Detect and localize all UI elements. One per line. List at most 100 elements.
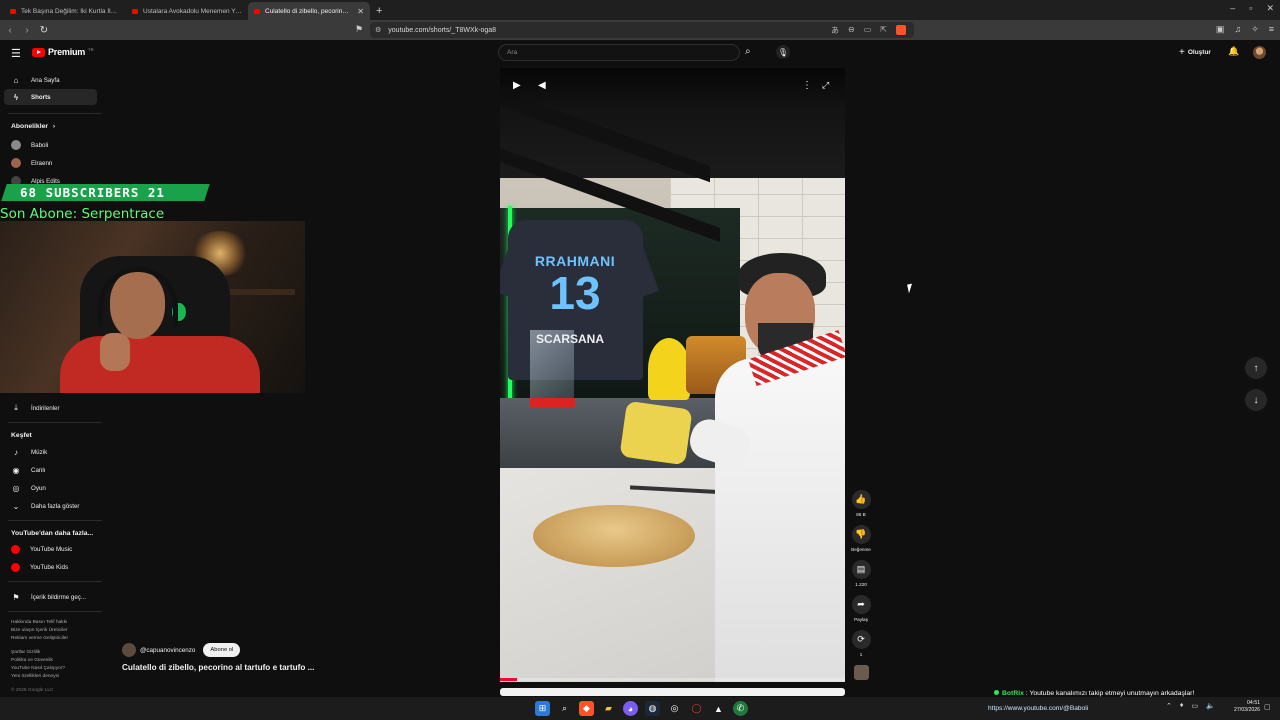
remix-button[interactable]: ⟳ 1 [850,630,872,657]
search-input[interactable]: Ara [498,44,740,61]
next-short-button[interactable]: ↓ [1245,389,1267,411]
browser-menu-icon[interactable]: ≡ [1269,24,1274,35]
more-from-youtube-heading: YouTube'dan daha fazla... [11,530,94,537]
address-bar[interactable]: ⚙ youtube.com/shorts/_T8WXk-oga8 あ ⊖ ▭ ⇱ [370,22,914,38]
tray-app-icon[interactable]: ♦ [1180,702,1184,710]
thumbs-down-icon: 👎 [851,525,871,544]
copyright: © 2026 Google LLC [11,688,54,693]
sidebar-item-shorts[interactable]: ϟ Shorts [4,89,97,105]
zoom-icon[interactable]: ⊖ [848,25,855,36]
close-window-icon[interactable]: ✕ [1266,3,1274,14]
app-icon[interactable]: ▲ [711,701,726,716]
mic-icon[interactable]: 🎙 [776,45,790,59]
sidebar-item-home[interactable]: ⌂ Ana Sayfa [4,72,97,88]
channel-handle[interactable]: @capuanovincenzo [140,647,195,654]
volume-icon[interactable]: ◀ [538,80,546,91]
restore-icon[interactable]: ▫ [1249,3,1252,14]
close-tab-icon[interactable]: ✕ [357,7,364,16]
remix-count: 1 [859,652,863,657]
bookmark-icon[interactable]: ⚑ [355,24,363,35]
share-icon[interactable]: ⇱ [880,25,887,36]
chevron-down-icon: ⌄ [12,501,20,511]
create-button[interactable]: + Oluştur [1179,47,1211,58]
footer-line[interactable]: Şartlar Gizlilik [11,649,105,657]
video-progress-bar[interactable] [500,678,845,681]
translate-icon[interactable]: あ [831,25,839,36]
brave-browser-icon[interactable]: ◆ [579,701,594,716]
video-red-object [530,398,575,408]
footer-line[interactable]: Reklam verme Geliştiriciler [11,635,105,643]
sidebar-channel-item[interactable]: Baboli [4,137,97,153]
dislike-button[interactable]: 👎 Beğenme [850,525,872,552]
brave-shield-icon[interactable] [896,25,906,35]
browser-tab-active[interactable]: Culatello di zibello, pecorino al t... ✕ [248,2,370,20]
volume-tray-icon[interactable]: 🔈 [1206,702,1215,710]
forward-icon[interactable]: › [20,25,34,36]
notifications-bell-icon[interactable]: 🔔 [1228,46,1239,57]
footer-line[interactable]: YouTube Nasıl Çalışıyor? [11,665,105,673]
sidebar-item-label: Canlı [31,466,46,474]
chat-url[interactable]: https://www.youtube.com/@Baboli [988,705,1088,712]
footer-line[interactable]: Yeni özellikleri deneyin [11,673,105,681]
opera-gx-icon[interactable]: ◯ [689,701,704,716]
channel-avatar[interactable] [122,643,136,657]
whatsapp-icon[interactable]: ✆ [733,701,748,716]
steam-icon[interactable]: ◍ [645,701,660,716]
sidebar-item-youtube-kids[interactable]: YouTube Kids [4,559,97,575]
cast-icon[interactable]: ▭ [864,25,872,36]
divider [8,422,102,423]
show-more-button[interactable]: ⌄ Daha fazla göster [4,498,97,514]
fullscreen-icon[interactable]: ⤢ [822,80,829,91]
file-explorer-icon[interactable]: ▰ [601,701,616,716]
sidebar-item-live[interactable]: ◉ Canlı [4,462,97,478]
like-button[interactable]: 👍 86 B [850,490,872,517]
footer-line[interactable]: Politika ve Güvenlik [11,657,105,665]
tray-chevron-icon[interactable]: ⌃ [1166,702,1172,710]
sidebar-item-gaming[interactable]: ◎ Oyun [4,480,97,496]
video-top-gradient [500,68,845,108]
minimize-icon[interactable]: – [1230,3,1235,14]
reload-icon[interactable]: ↻ [37,25,51,36]
media-icon[interactable]: ♫ [1234,24,1241,35]
account-avatar[interactable] [1253,46,1266,59]
browser-tab[interactable]: Ustalara Avokadolu Menemen Yaptık... [126,2,248,20]
subscribers-banner-text: 68 SUBSCRIBERS 21 [20,185,165,200]
sound-source-button[interactable] [850,665,872,680]
sidebar-item-label: Oyun [31,484,46,492]
footer-line[interactable]: Bize ulaşın İçerik Üreticiler [11,627,105,635]
shorts-video-player[interactable]: RRAHMANI 13 SCARSANA ▶ ◀ ⋮ ⤢ [500,68,845,682]
sidebar-item-report-history[interactable]: ⚑ İçerik bildirme geç... [4,589,97,605]
sidebar-item-downloads[interactable]: ⤓ İndirilenler [4,400,97,416]
youtube-premium-logo[interactable]: Premium TR [32,47,93,57]
more-vertical-icon[interactable]: ⋮ [802,80,812,91]
back-icon[interactable]: ‹ [3,25,17,36]
subscriptions-heading[interactable]: Abonelikler › [11,123,55,130]
sidebar-channel-item[interactable]: Elraenn [4,155,97,171]
footer-line[interactable]: Hakkında Basın Telif hakkı [11,619,105,627]
short-title[interactable]: Culatello di zibello, pecorino al tartuf… [122,663,314,672]
youtube-logo-icon [32,47,45,57]
discord-icon[interactable]: ◕ [623,701,638,716]
extensions-icon[interactable]: ✧ [1251,24,1259,35]
windows-start-icon[interactable]: ⊞ [535,701,550,716]
browser-tab[interactable]: Tek Başına Değilim: İki Kurtla İlk Sokak… [4,2,126,20]
menu-icon[interactable]: ☰ [11,47,21,60]
search-icon[interactable]: ⌕ [745,46,751,57]
previous-short-button[interactable]: ↑ [1245,357,1267,379]
network-icon[interactable]: ▭ [1191,702,1198,710]
search-icon[interactable]: ⌕ [557,701,572,716]
comments-button[interactable]: ▤ 1.220 [850,560,872,587]
url-tools: あ ⊖ ▭ ⇱ [831,25,906,36]
new-tab-button[interactable]: + [370,2,388,20]
sidebar-toggle-icon[interactable]: ▣ [1216,24,1225,35]
sidebar-item-youtube-music[interactable]: YouTube Music [4,541,97,557]
sidebar-item-music[interactable]: ♪ Müzik [4,444,97,460]
subscribe-button[interactable]: Abone ol [203,643,241,657]
play-icon[interactable]: ▶ [513,80,521,91]
obs-icon[interactable]: ◎ [667,701,682,716]
system-clock[interactable]: 04:51 27/03/2026 [1226,700,1260,714]
site-info-icon[interactable]: ⚙ [375,26,381,34]
sidebar-item-label: İndirilenler [31,404,60,412]
notification-center-icon[interactable]: ▢ [1264,703,1271,711]
share-button[interactable]: ➦ Paylaş [850,595,872,622]
